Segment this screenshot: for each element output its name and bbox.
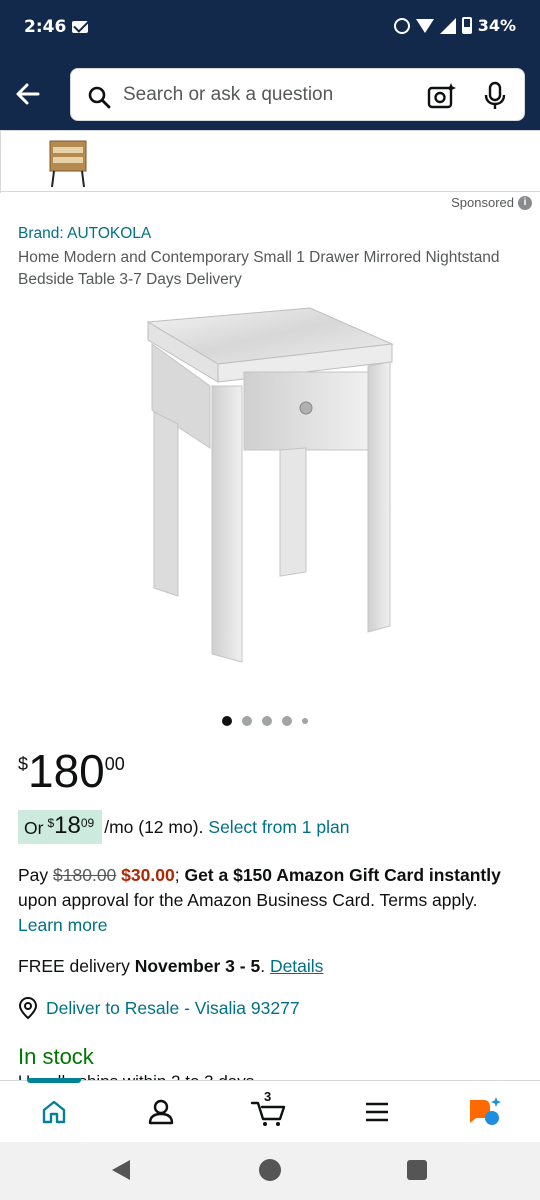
battery-icon <box>461 17 472 34</box>
mail-icon <box>72 21 88 33</box>
promo-terms: upon approval for the Amazon Business Ca… <box>18 890 478 910</box>
app-header: Search or ask a question <box>0 58 540 130</box>
battery-percent: 34% <box>477 16 516 35</box>
alarm-icon <box>393 17 410 34</box>
arrow-left-icon[interactable] <box>14 80 42 108</box>
camera-search-icon[interactable] <box>427 82 457 110</box>
promo-discounted-price: $30.00 <box>121 865 175 885</box>
nav-menu[interactable] <box>357 1095 397 1129</box>
wifi-icon <box>415 18 434 33</box>
delivery-prefix: FREE delivery <box>18 956 130 976</box>
system-recents-icon[interactable] <box>407 1160 427 1180</box>
search-icon <box>88 86 111 109</box>
location-pin-icon <box>18 996 38 1020</box>
promo-gift-card-text: Get a $150 Amazon Gift Card instantly <box>184 865 501 885</box>
nav-account[interactable] <box>141 1095 181 1129</box>
price-symbol: $ <box>18 754 29 774</box>
sponsored-product-thumbnail[interactable] <box>46 135 90 191</box>
rufus-ai-icon <box>470 1097 501 1125</box>
brand-link[interactable]: Brand: AUTOKOLA <box>18 225 151 243</box>
status-bar: 2:46 34% <box>0 0 540 58</box>
status-icons: 34% <box>393 16 516 35</box>
sponsored-label: Sponsored i <box>451 195 532 210</box>
learn-more-link[interactable]: Learn more <box>18 915 108 935</box>
monthly-or: Or <box>24 818 44 838</box>
monthly-whole: 18 <box>54 812 81 839</box>
select-plan-link[interactable]: Select from 1 plan <box>208 817 349 838</box>
card-promo: Pay $180.00 $30.00; Get a $150 Amazon Gi… <box>18 863 518 938</box>
carousel-dot[interactable] <box>282 716 292 726</box>
account-icon <box>148 1099 174 1125</box>
monthly-payment-row: Or $ 18 09 /mo (12 mo). Select from 1 pl… <box>18 810 349 844</box>
delivery-date: November 3 - 5 <box>134 956 261 976</box>
price-fraction: 00 <box>104 754 125 774</box>
info-icon[interactable]: i <box>518 195 532 210</box>
promo-original-price: $180.00 <box>53 865 117 885</box>
delivery-period: . <box>260 956 266 976</box>
system-back-icon[interactable] <box>112 1160 130 1180</box>
promo-semicolon: ; <box>174 865 180 885</box>
nav-rufus[interactable] <box>464 1095 504 1129</box>
search-bar[interactable]: Search or ask a question <box>70 68 525 121</box>
carousel-dot[interactable] <box>222 716 232 726</box>
search-placeholder[interactable]: Search or ask a question <box>123 84 333 106</box>
delivery-details-link[interactable]: Details <box>270 956 324 976</box>
home-icon <box>42 1100 66 1124</box>
microphone-icon[interactable] <box>483 81 507 111</box>
monthly-fraction: 09 <box>80 816 95 830</box>
deliver-to-link[interactable]: Deliver to Resale - Visalia 93277 <box>46 998 300 1019</box>
sponsored-text: Sponsored <box>451 195 514 210</box>
promo-pay: Pay <box>18 865 49 885</box>
status-time: 2:46 <box>24 17 67 37</box>
monthly-price-badge: Or $ 18 09 <box>18 810 103 844</box>
delivery-info: FREE delivery November 3 - 5. Details <box>18 956 323 977</box>
carousel-dot[interactable] <box>262 716 272 726</box>
stock-status: In stock <box>18 1044 94 1069</box>
monthly-symbol: $ <box>47 816 55 830</box>
bottom-nav: 3 <box>0 1078 540 1142</box>
carousel-dot[interactable] <box>302 718 308 724</box>
nav-home[interactable] <box>34 1095 74 1129</box>
product-price: $ 180 00 <box>18 748 125 794</box>
signal-icon <box>439 17 456 34</box>
monthly-suffix: /mo (12 mo). <box>104 816 204 837</box>
menu-icon <box>366 1102 388 1122</box>
image-carousel-dots <box>222 716 308 726</box>
active-tab-indicator <box>27 1078 81 1083</box>
strip-divider <box>0 131 1 193</box>
carousel-dot[interactable] <box>242 716 252 726</box>
deliver-to-row[interactable]: Deliver to Resale - Visalia 93277 <box>18 996 300 1020</box>
product-image[interactable] <box>120 300 420 680</box>
cart-count: 3 <box>264 1089 272 1104</box>
price-whole: 180 <box>28 745 105 797</box>
system-home-icon[interactable] <box>259 1159 281 1181</box>
sponsored-thumbnail-strip <box>0 130 540 193</box>
product-title: Home Modern and Contemporary Small 1 Dra… <box>18 249 500 288</box>
system-navigation-bar <box>0 1142 540 1200</box>
